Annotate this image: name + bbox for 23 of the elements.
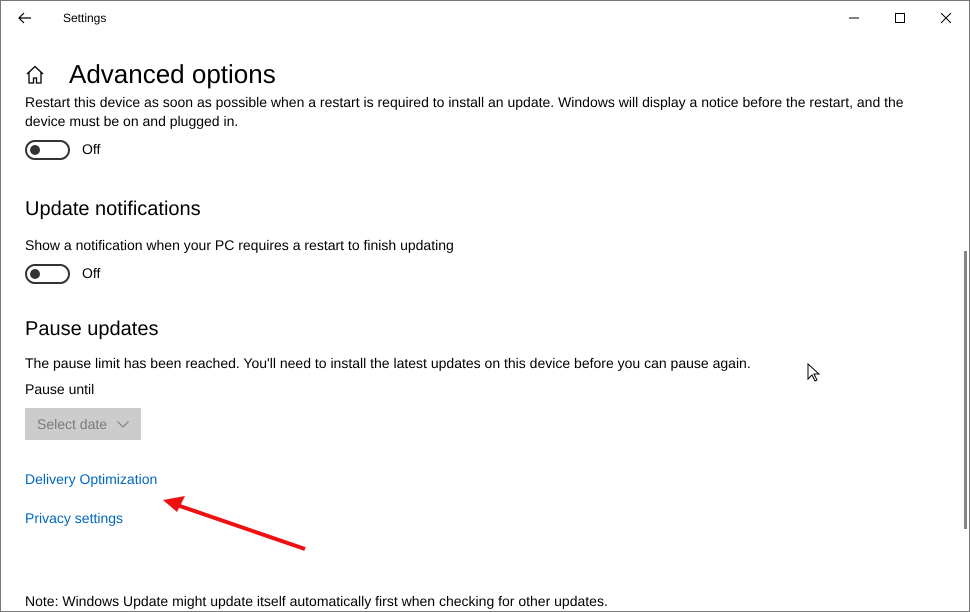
toggle-state-label: Off xyxy=(82,264,100,283)
settings-link[interactable]: Privacy settings xyxy=(25,509,124,528)
maximize-icon xyxy=(895,13,905,23)
note-text: Note: Windows Update might update itself automatically first when checking for other updates. xyxy=(25,593,609,610)
home-icon[interactable] xyxy=(25,64,45,84)
section-description: Restart this device as soon as possible when a restart is required to install an update. Windows will display a notice before the restart, and the device must be on and plugged in. xyxy=(25,93,905,131)
section-description: Show a notification when your PC requires a restart to finish updating xyxy=(25,236,455,255)
chevron-down-icon xyxy=(117,420,130,428)
toggle-switch[interactable] xyxy=(25,140,70,160)
minimize-icon xyxy=(849,17,859,19)
toggle-switch[interactable] xyxy=(25,264,70,284)
mouse-cursor-icon xyxy=(807,363,820,383)
page-title: Advanced options xyxy=(69,58,276,91)
toggle-state-label: Off xyxy=(82,140,100,159)
window-title: Settings xyxy=(63,10,106,27)
section-heading: Pause updates xyxy=(25,317,160,342)
section-heading: Update notifications xyxy=(25,197,202,222)
back-arrow-icon xyxy=(18,12,32,24)
close-icon xyxy=(941,13,951,23)
scrollbar-thumb[interactable] xyxy=(964,251,967,529)
section-description: The pause limit has been reached. You'll need to install the latest updates on this device before you can pause again. xyxy=(25,354,752,373)
field-label: Pause until xyxy=(25,380,96,399)
settings-link[interactable]: Delivery Optimization xyxy=(25,470,158,489)
